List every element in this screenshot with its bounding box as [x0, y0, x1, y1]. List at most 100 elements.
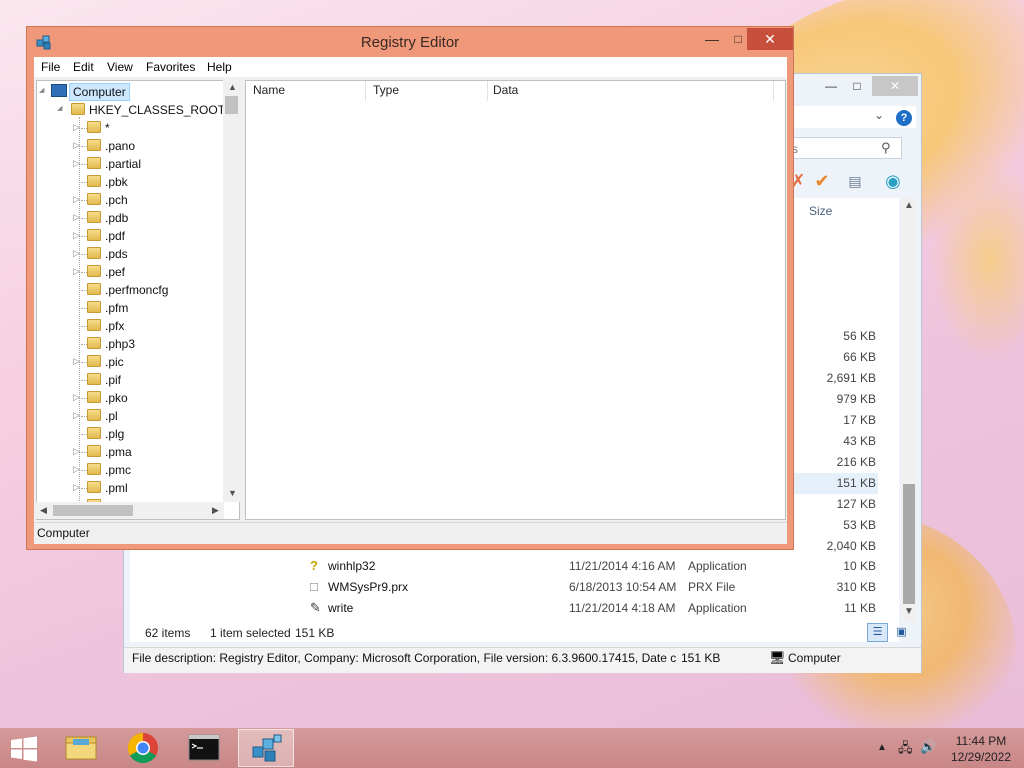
- folder-icon: [87, 121, 101, 133]
- chevron-down-icon[interactable]: ⌄: [874, 108, 884, 122]
- clock-date[interactable]: 12/29/2022: [946, 750, 1016, 764]
- minimize-button[interactable]: —: [699, 30, 725, 48]
- close-button[interactable]: ✕: [747, 28, 793, 50]
- details-view-button[interactable]: ☰: [867, 623, 888, 642]
- column-header-data[interactable]: Data: [493, 83, 518, 97]
- taskbar-registry-editor[interactable]: [238, 729, 294, 767]
- scrollbar-thumb[interactable]: [53, 505, 133, 516]
- expand-icon[interactable]: ▷: [73, 356, 80, 367]
- file-row[interactable]: ? winhlp32 11/21/2014 4:16 AM Application: [310, 556, 870, 577]
- taskbar-command-prompt[interactable]: [176, 729, 232, 767]
- taskbar-chrome[interactable]: [115, 729, 171, 767]
- status-path: Computer: [37, 526, 90, 540]
- scroll-down-icon[interactable]: ▼: [903, 606, 915, 617]
- scroll-up-icon[interactable]: ▲: [903, 200, 915, 211]
- chrome-icon: [127, 733, 158, 764]
- rename-icon[interactable]: ▤: [843, 169, 867, 193]
- expand-icon[interactable]: ▷: [73, 248, 80, 259]
- clock-time[interactable]: 11:44 PM: [946, 734, 1016, 748]
- expand-icon[interactable]: ▷: [73, 464, 80, 475]
- expand-icon[interactable]: ▷: [73, 212, 80, 223]
- values-list[interactable]: [245, 80, 786, 520]
- taskbar-file-explorer[interactable]: [53, 729, 109, 767]
- file-row[interactable]: □ WMSysPr9.prx 6/18/2013 10:54 AM PRX File: [310, 577, 870, 598]
- windows-start-icon[interactable]: [10, 736, 38, 762]
- show-hidden-icons-icon[interactable]: ▲: [877, 742, 887, 753]
- folder-icon: [87, 445, 101, 457]
- column-header-size[interactable]: Size: [809, 204, 832, 218]
- column-divider[interactable]: [773, 81, 774, 101]
- large-icons-view-button[interactable]: ▣: [891, 623, 912, 642]
- expand-icon[interactable]: ▷: [73, 140, 80, 151]
- column-divider[interactable]: [487, 81, 488, 101]
- network-icon[interactable]: 🖧: [898, 739, 913, 761]
- folder-icon: [87, 319, 101, 331]
- tree-item-label: .partial: [105, 157, 142, 171]
- column-header-type[interactable]: Type: [373, 83, 399, 97]
- expand-icon[interactable]: ▷: [73, 482, 80, 493]
- menu-favorites[interactable]: Favorites: [146, 60, 195, 74]
- expand-icon[interactable]: ▷: [73, 266, 80, 277]
- collapse-icon[interactable]: ◢: [57, 104, 62, 112]
- command-prompt-icon: [188, 734, 220, 761]
- tree-item-label: .pif: [105, 373, 122, 387]
- expand-icon[interactable]: ▷: [73, 392, 80, 403]
- size-cell: 151 KB: [836, 476, 876, 490]
- registry-tree[interactable]: ◢ Computer ◢ HKEY_CLASSES_ROOT ▷ * ▷ .pano ▷ .par…: [36, 80, 240, 520]
- tree-vertical-scrollbar[interactable]: ▲ ▼: [223, 80, 240, 502]
- expand-icon[interactable]: ▷: [73, 194, 80, 205]
- folder-icon: [87, 157, 101, 169]
- folder-icon: [87, 211, 101, 223]
- size-cell: 979 KB: [836, 392, 876, 406]
- scroll-left-icon[interactable]: ◀: [40, 505, 47, 516]
- scroll-down-icon[interactable]: ▼: [228, 488, 237, 498]
- registry-editor-window[interactable]: Registry Editor — □ ✕ File Edit View Fav…: [26, 26, 794, 550]
- maximize-button[interactable]: □: [844, 76, 870, 96]
- window-title: Registry Editor: [360, 34, 460, 51]
- tree-item-label: .pl: [105, 409, 118, 423]
- column-header-name[interactable]: Name: [253, 83, 285, 97]
- collapse-icon[interactable]: ◢: [39, 86, 44, 94]
- scroll-up-icon[interactable]: ▲: [228, 82, 237, 92]
- file-date: 11/21/2014 4:18 AM: [569, 601, 676, 615]
- volume-icon[interactable]: 🔊: [920, 739, 936, 755]
- expand-icon[interactable]: ▷: [73, 122, 80, 133]
- size-cell: 11 KB: [844, 601, 876, 615]
- file-row[interactable]: ✎ write 11/21/2014 4:18 AM Application: [310, 598, 870, 619]
- menu-file[interactable]: File: [41, 60, 60, 74]
- checkmark-icon[interactable]: ✔: [810, 169, 834, 193]
- scrollbar-thumb[interactable]: [225, 96, 238, 114]
- scrollbar-thumb[interactable]: [903, 484, 915, 604]
- column-divider[interactable]: [365, 81, 366, 101]
- file-name: write: [328, 601, 354, 615]
- folder-icon: [87, 247, 101, 259]
- tree-item-label: Computer: [69, 83, 130, 101]
- tree-item-label: .pbk: [105, 175, 128, 189]
- size-cell: 10 KB: [843, 559, 876, 573]
- menu-edit[interactable]: Edit: [73, 60, 94, 74]
- tree-item-label: .php3: [105, 337, 136, 351]
- expand-icon[interactable]: ▷: [73, 230, 80, 241]
- search-icon[interactable]: ⚲: [881, 140, 891, 156]
- menu-view[interactable]: View: [107, 60, 133, 74]
- close-button[interactable]: ✕: [872, 76, 918, 96]
- menu-help[interactable]: Help: [207, 60, 232, 74]
- folder-icon: [87, 175, 101, 187]
- tree-item-label: .plg: [105, 427, 125, 441]
- properties-globe-icon[interactable]: ◉: [881, 169, 905, 193]
- expand-icon[interactable]: ▷: [73, 158, 80, 169]
- scroll-right-icon[interactable]: ▶: [212, 505, 219, 516]
- expand-icon[interactable]: ▷: [73, 446, 80, 457]
- size-cell: 310 KB: [836, 580, 876, 594]
- folder-icon: [87, 481, 101, 493]
- folder-icon: [87, 427, 101, 439]
- document-icon: □: [310, 579, 318, 594]
- computer-icon: 🖥: [769, 650, 786, 665]
- help-icon[interactable]: ?: [896, 110, 912, 126]
- selected-count: 1 item selected: [210, 626, 291, 640]
- regedit-icon: [252, 734, 282, 762]
- vertical-scrollbar[interactable]: ▲ ▼: [901, 198, 917, 622]
- expand-icon[interactable]: ▷: [73, 410, 80, 421]
- tree-horizontal-scrollbar[interactable]: ◀ ▶: [36, 502, 224, 519]
- minimize-button[interactable]: —: [818, 76, 844, 96]
